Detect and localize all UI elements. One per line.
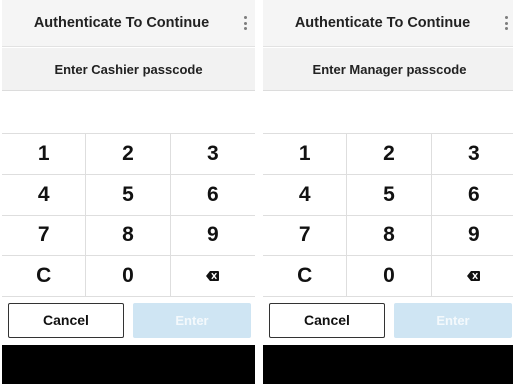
key-2[interactable]: 2 bbox=[86, 134, 171, 175]
header-title: Authenticate To Continue bbox=[33, 15, 210, 31]
key-4[interactable]: 4 bbox=[263, 174, 348, 216]
keypad: 1 2 3 4 5 6 7 8 9 C 0 bbox=[263, 133, 513, 297]
keypad: 1 2 3 4 5 6 7 8 9 C 0 bbox=[2, 133, 255, 297]
key-clear[interactable]: C bbox=[263, 256, 348, 297]
cancel-button[interactable]: Cancel bbox=[269, 303, 385, 338]
header-title: Authenticate To Continue bbox=[294, 15, 471, 31]
kebab-menu-icon[interactable] bbox=[244, 16, 248, 30]
key-8[interactable]: 8 bbox=[86, 215, 171, 257]
key-2[interactable]: 2 bbox=[347, 134, 432, 175]
cancel-button[interactable]: Cancel bbox=[8, 303, 124, 338]
key-6[interactable]: 6 bbox=[431, 175, 513, 216]
key-9[interactable]: 9 bbox=[431, 216, 513, 257]
key-5[interactable]: 5 bbox=[347, 174, 432, 216]
key-3[interactable]: 3 bbox=[431, 134, 513, 175]
key-1[interactable]: 1 bbox=[263, 134, 348, 175]
key-4[interactable]: 4 bbox=[2, 174, 87, 216]
cashier-auth-panel: Authenticate To Continue Enter Cashier p… bbox=[2, 0, 255, 384]
key-7[interactable]: 7 bbox=[2, 215, 87, 257]
enter-button[interactable]: Enter bbox=[394, 303, 512, 338]
key-0[interactable]: 0 bbox=[347, 256, 432, 297]
passcode-prompt: Enter Cashier passcode bbox=[2, 48, 255, 91]
key-1[interactable]: 1 bbox=[2, 134, 87, 175]
kebab-menu-icon[interactable] bbox=[505, 16, 509, 30]
key-5[interactable]: 5 bbox=[86, 174, 171, 216]
key-7[interactable]: 7 bbox=[263, 215, 348, 257]
manager-auth-panel: Authenticate To Continue Enter Manager p… bbox=[263, 0, 513, 384]
key-8[interactable]: 8 bbox=[347, 215, 432, 257]
bottom-bar bbox=[263, 345, 513, 384]
key-6[interactable]: 6 bbox=[170, 175, 255, 216]
key-3[interactable]: 3 bbox=[170, 134, 255, 175]
key-0[interactable]: 0 bbox=[86, 256, 171, 297]
backspace-icon bbox=[467, 271, 481, 282]
key-backspace[interactable] bbox=[431, 256, 513, 297]
key-backspace[interactable] bbox=[170, 256, 255, 297]
header: Authenticate To Continue bbox=[2, 0, 255, 47]
header: Authenticate To Continue bbox=[263, 0, 513, 47]
enter-button[interactable]: Enter bbox=[133, 303, 251, 338]
key-9[interactable]: 9 bbox=[170, 216, 255, 257]
backspace-icon bbox=[206, 271, 220, 282]
key-clear[interactable]: C bbox=[2, 256, 87, 297]
passcode-prompt: Enter Manager passcode bbox=[263, 48, 513, 91]
bottom-bar bbox=[2, 345, 255, 384]
